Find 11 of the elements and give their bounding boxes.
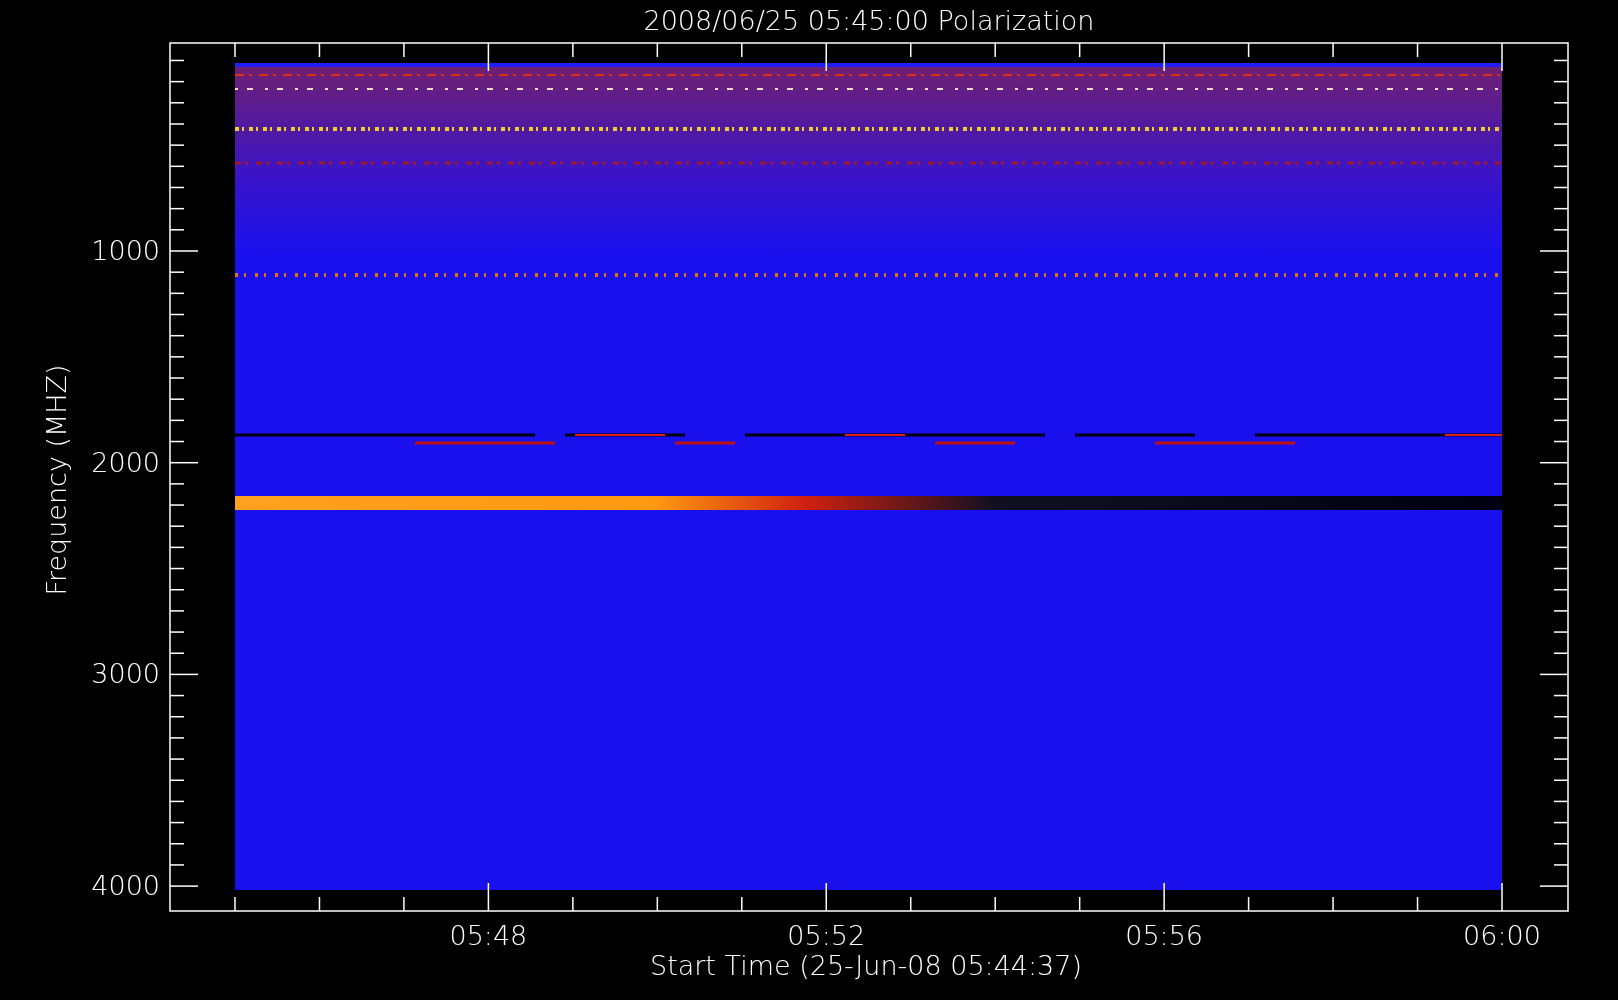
x-tick-label: 05:52 xyxy=(787,920,866,951)
y-tick-label: 1000 xyxy=(91,235,160,266)
y-tick-label: 4000 xyxy=(91,870,160,902)
y-tick-label: 3000 xyxy=(91,658,160,690)
x-tick-label: 05:48 xyxy=(449,920,528,951)
y-axis-label: Frequency (MHZ) xyxy=(41,364,72,596)
y-tick-label: 2000 xyxy=(91,446,160,478)
x-tick-label: 06:00 xyxy=(1463,920,1541,951)
x-axis-label: Start Time (25-Jun-08 05:44:37) xyxy=(650,950,1082,981)
x-tick-label: 05:56 xyxy=(1125,920,1204,951)
chart-title: 2008/06/25 05:45:00 Polarization xyxy=(643,5,1095,36)
